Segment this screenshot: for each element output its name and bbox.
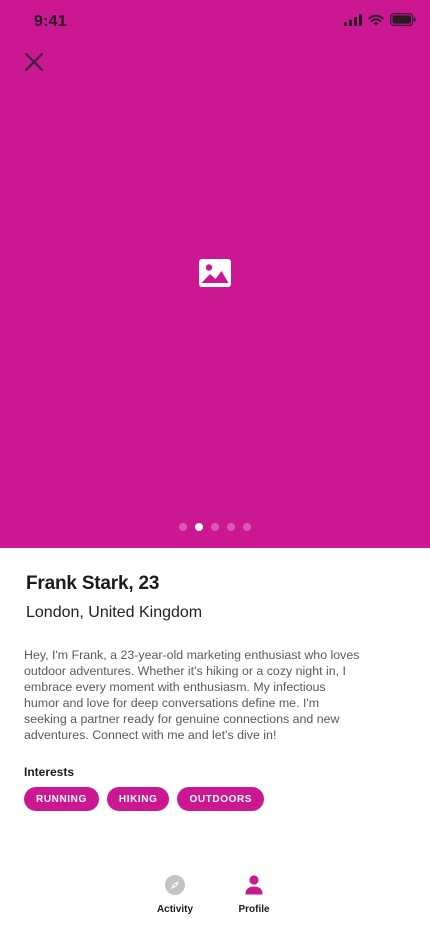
close-button[interactable] xyxy=(18,48,50,80)
status-time: 9:41 xyxy=(34,13,67,30)
carousel-dot[interactable] xyxy=(195,523,203,531)
cellular-signal-icon xyxy=(344,13,362,31)
tab-activity-label: Activity xyxy=(156,904,194,915)
carousel-dot[interactable] xyxy=(179,523,187,531)
carousel-dot[interactable] xyxy=(227,523,235,531)
battery-icon xyxy=(390,13,416,31)
carousel-dot[interactable] xyxy=(243,523,251,531)
status-bar: 9:41 xyxy=(0,0,430,44)
interest-chip-hiking[interactable]: HIKING xyxy=(106,787,170,811)
bottom-tab-bar: Activity Profile xyxy=(0,868,430,932)
tab-activity[interactable]: Activity xyxy=(145,874,205,915)
person-icon xyxy=(243,874,265,896)
interest-chips: RUNNING HIKING OUTDOORS xyxy=(24,787,265,811)
carousel-dot[interactable] xyxy=(211,523,219,531)
interests-heading: Interests xyxy=(24,765,75,779)
tab-profile-label: Profile xyxy=(238,904,270,915)
interest-chip-running[interactable]: RUNNING xyxy=(24,787,99,811)
profile-photo-area[interactable]: 9:41 xyxy=(0,0,430,548)
wifi-icon xyxy=(368,13,384,31)
status-icons xyxy=(344,13,416,31)
interest-chip-outdoors[interactable]: OUTDOORS xyxy=(177,787,265,811)
compass-icon xyxy=(164,874,186,896)
profile-location: London, United Kingdom xyxy=(26,604,203,621)
tab-profile[interactable]: Profile xyxy=(224,874,284,915)
profile-name-age: Frank Stark, 23 xyxy=(26,573,160,594)
profile-bio: Hey, I'm Frank, a 23-year-old marketing … xyxy=(24,648,360,742)
close-icon xyxy=(24,52,44,77)
image-icon xyxy=(198,258,232,288)
carousel-dots xyxy=(0,523,430,533)
